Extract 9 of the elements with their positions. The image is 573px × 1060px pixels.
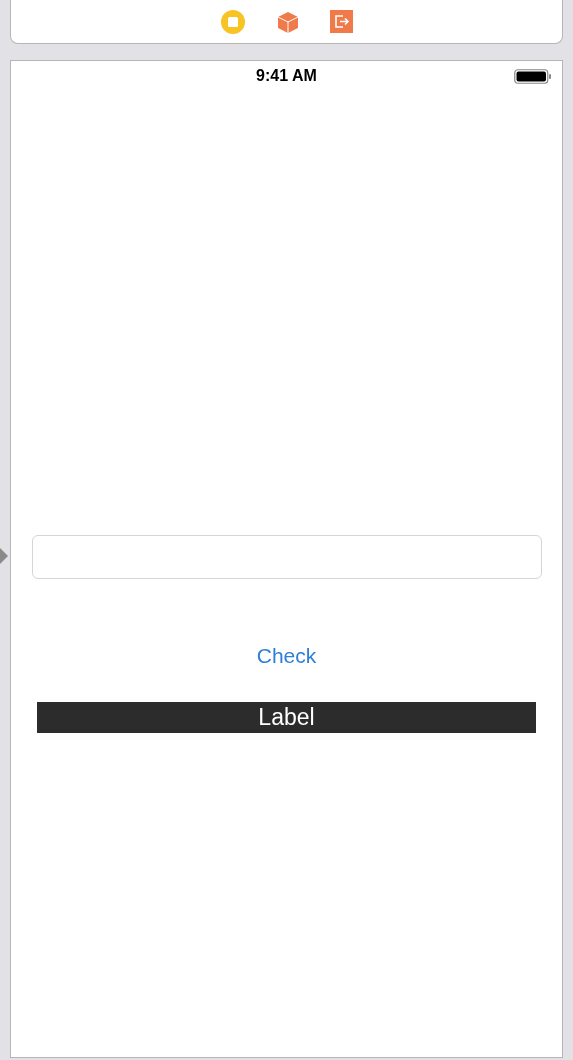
entry-point-arrow-icon	[0, 548, 8, 564]
stop-icon[interactable]	[220, 8, 246, 35]
check-button[interactable]: Check	[256, 643, 317, 669]
battery-icon	[514, 69, 552, 84]
label: Label	[37, 702, 536, 733]
exit-icon[interactable]	[330, 10, 353, 33]
text-field[interactable]	[31, 535, 542, 579]
cube-icon[interactable]	[276, 9, 300, 34]
status-time: 9:41 AM	[256, 66, 317, 86]
